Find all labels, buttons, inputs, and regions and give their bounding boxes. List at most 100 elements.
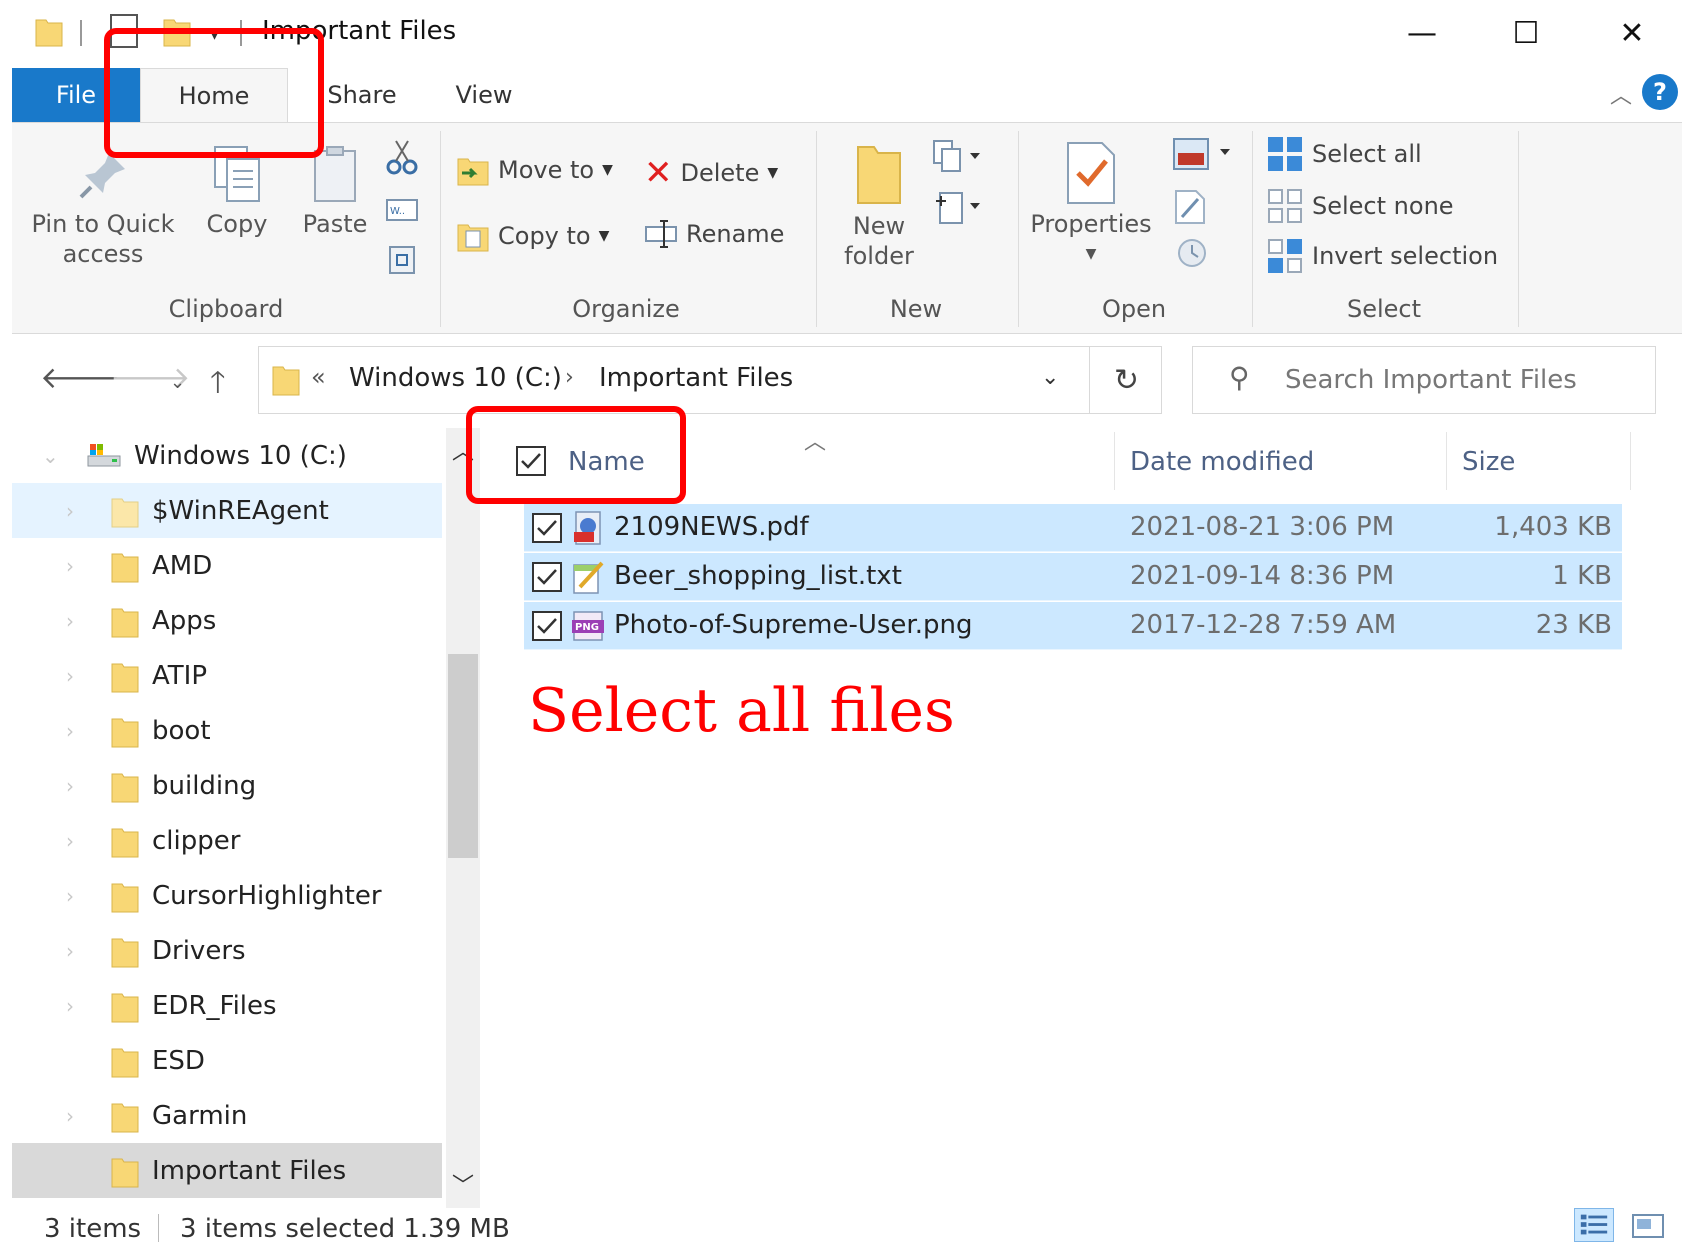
tree-item[interactable]: › Apps — [12, 593, 442, 648]
copy-to-button[interactable]: Copy to ▼ — [456, 219, 609, 253]
navigation-scrollbar[interactable]: ︿ ﹀ — [446, 428, 480, 1208]
group-separator — [816, 131, 817, 327]
tree-item[interactable]: ESD — [12, 1033, 442, 1088]
row-checkbox[interactable] — [532, 562, 562, 592]
tree-item-drive[interactable]: ⌄ Windows 10 (C:) — [12, 428, 442, 483]
tree-expand-chevron-icon[interactable]: › — [66, 609, 74, 633]
breadcrumb-important-files[interactable]: Important Files — [599, 363, 793, 393]
status-separator — [158, 1214, 159, 1242]
folder-icon — [111, 773, 139, 803]
maximize-button[interactable]: ☐ — [1496, 8, 1556, 58]
move-to-button[interactable]: Move to ▼ — [456, 153, 613, 187]
tree-expand-chevron-icon[interactable]: › — [66, 774, 74, 798]
refresh-icon[interactable]: ↻ — [1089, 347, 1163, 413]
drive-icon — [87, 444, 121, 467]
tree-expand-chevron-icon[interactable]: › — [66, 499, 74, 523]
tree-expand-chevron-icon[interactable]: › — [66, 939, 74, 963]
clipboard-group-label: Clipboard — [168, 295, 284, 323]
scroll-thumb[interactable] — [448, 654, 478, 858]
search-input[interactable] — [1285, 361, 1645, 399]
folder-icon — [111, 828, 139, 858]
breadcrumb-separator[interactable]: › — [565, 365, 574, 390]
tab-view[interactable]: View — [434, 68, 534, 122]
up-arrow-icon[interactable]: 🡑 — [210, 360, 226, 411]
invert-selection-button[interactable]: Invert selection — [1266, 237, 1498, 275]
scroll-down-chevron-icon[interactable]: ﹀ — [452, 1168, 474, 1200]
edit-icon[interactable] — [1172, 187, 1208, 227]
address-overflow-chevron[interactable]: « — [311, 363, 326, 391]
tree-label: clipper — [152, 825, 241, 856]
file-name: Beer_shopping_list.txt — [614, 561, 902, 591]
delete-x-icon: ✕ — [644, 153, 673, 193]
tree-expand-chevron-icon[interactable]: › — [66, 554, 74, 578]
folder-icon — [35, 19, 63, 47]
file-row[interactable]: PNG Photo-of-Supreme-User.png 2017-12-28… — [524, 602, 1622, 650]
cut-icon[interactable] — [384, 139, 420, 175]
column-separator[interactable] — [1630, 432, 1631, 490]
tree-item[interactable]: › ATIP — [12, 648, 442, 703]
tree-label: EDR_Files — [152, 990, 277, 1021]
tree-item[interactable]: › building — [12, 758, 442, 813]
recent-locations-chevron-icon[interactable]: ⌄ — [170, 372, 185, 393]
group-separator — [1518, 131, 1519, 327]
details-view-icon[interactable] — [1574, 1208, 1614, 1242]
tree-item[interactable]: › Garmin — [12, 1088, 442, 1143]
rename-button[interactable]: Rename — [644, 219, 784, 249]
address-bar[interactable]: « Windows 10 (C:) › Important Files ⌄ ↻ — [258, 346, 1162, 414]
address-history-chevron-down-icon[interactable]: ⌄ — [1041, 365, 1059, 390]
help-icon[interactable]: ? — [1642, 74, 1678, 110]
tree-item[interactable]: › EDR_Files — [12, 978, 442, 1033]
new-item-icon[interactable] — [932, 139, 988, 175]
tree-collapse-chevron-icon[interactable]: ⌄ — [42, 444, 59, 468]
large-icons-view-icon[interactable] — [1630, 1210, 1666, 1242]
column-header-size[interactable]: Size — [1462, 432, 1515, 492]
tree-item[interactable]: › CursorHighlighter — [12, 868, 442, 923]
tree-expand-chevron-icon[interactable]: › — [66, 719, 74, 743]
file-date-modified: 2017-12-28 7:59 AM — [1130, 610, 1397, 640]
row-checkbox[interactable] — [532, 611, 562, 641]
delete-button[interactable]: ✕ Delete ▼ — [644, 153, 778, 193]
search-box[interactable]: ⚲ — [1192, 346, 1656, 414]
tree-item[interactable]: › AMD — [12, 538, 442, 593]
select-all-button[interactable]: Select all — [1266, 135, 1422, 173]
easy-access-icon[interactable] — [932, 189, 988, 229]
properties-button[interactable]: Properties ▼ — [1026, 139, 1156, 269]
file-size: 1,403 KB — [1494, 512, 1612, 542]
folder-icon — [111, 938, 139, 968]
tree-expand-chevron-icon[interactable]: › — [66, 1104, 74, 1128]
search-icon: ⚲ — [1229, 361, 1250, 394]
tree-expand-chevron-icon[interactable]: › — [66, 994, 74, 1018]
minimize-button[interactable]: — — [1392, 8, 1452, 58]
tree-item-current[interactable]: Important Files — [12, 1143, 442, 1198]
new-folder-button[interactable]: New folder — [834, 143, 924, 271]
file-row[interactable]: 2109NEWS.pdf 2021-08-21 3:06 PM 1,403 KB — [524, 504, 1622, 552]
paste-shortcut-icon[interactable] — [388, 243, 416, 275]
column-separator[interactable] — [1114, 432, 1115, 490]
highlight-home-tab — [104, 28, 324, 158]
copy-label: Copy — [206, 210, 268, 238]
collapse-ribbon-chevron-icon[interactable]: ︿ — [1610, 78, 1632, 110]
history-icon[interactable] — [1174, 235, 1210, 271]
tree-item[interactable]: › Drivers — [12, 923, 442, 978]
copy-path-icon[interactable]: W.. — [386, 199, 418, 221]
breadcrumb-windows-10[interactable]: Windows 10 (C:) — [349, 363, 562, 393]
organize-group: Move to ▼ Copy to ▼ ✕ Delete ▼ Rename Or… — [442, 123, 810, 333]
back-arrow-icon[interactable]: 🡐 — [40, 360, 120, 396]
tree-expand-chevron-icon[interactable]: › — [66, 884, 74, 908]
column-separator[interactable] — [1446, 432, 1447, 490]
tree-expand-chevron-icon[interactable]: › — [66, 664, 74, 688]
pin-to-quick-access-button[interactable]: Pin to Quick access — [28, 147, 178, 269]
folder-icon — [111, 663, 139, 693]
file-row[interactable]: Beer_shopping_list.txt 2021-09-14 8:36 P… — [524, 553, 1622, 601]
tree-item[interactable]: › $WinREAgent — [12, 483, 442, 538]
tree-label: Windows 10 (C:) — [134, 440, 347, 471]
tree-expand-chevron-icon[interactable]: › — [66, 829, 74, 853]
column-header-date-modified[interactable]: Date modified — [1130, 432, 1314, 492]
select-none-button[interactable]: Select none — [1266, 187, 1454, 225]
tree-item[interactable]: › boot — [12, 703, 442, 758]
row-checkbox[interactable] — [532, 513, 562, 543]
close-button[interactable]: ✕ — [1602, 8, 1662, 58]
tree-item[interactable]: › clipper — [12, 813, 442, 868]
open-icon[interactable] — [1170, 135, 1236, 175]
address-folder-icon — [272, 366, 300, 396]
